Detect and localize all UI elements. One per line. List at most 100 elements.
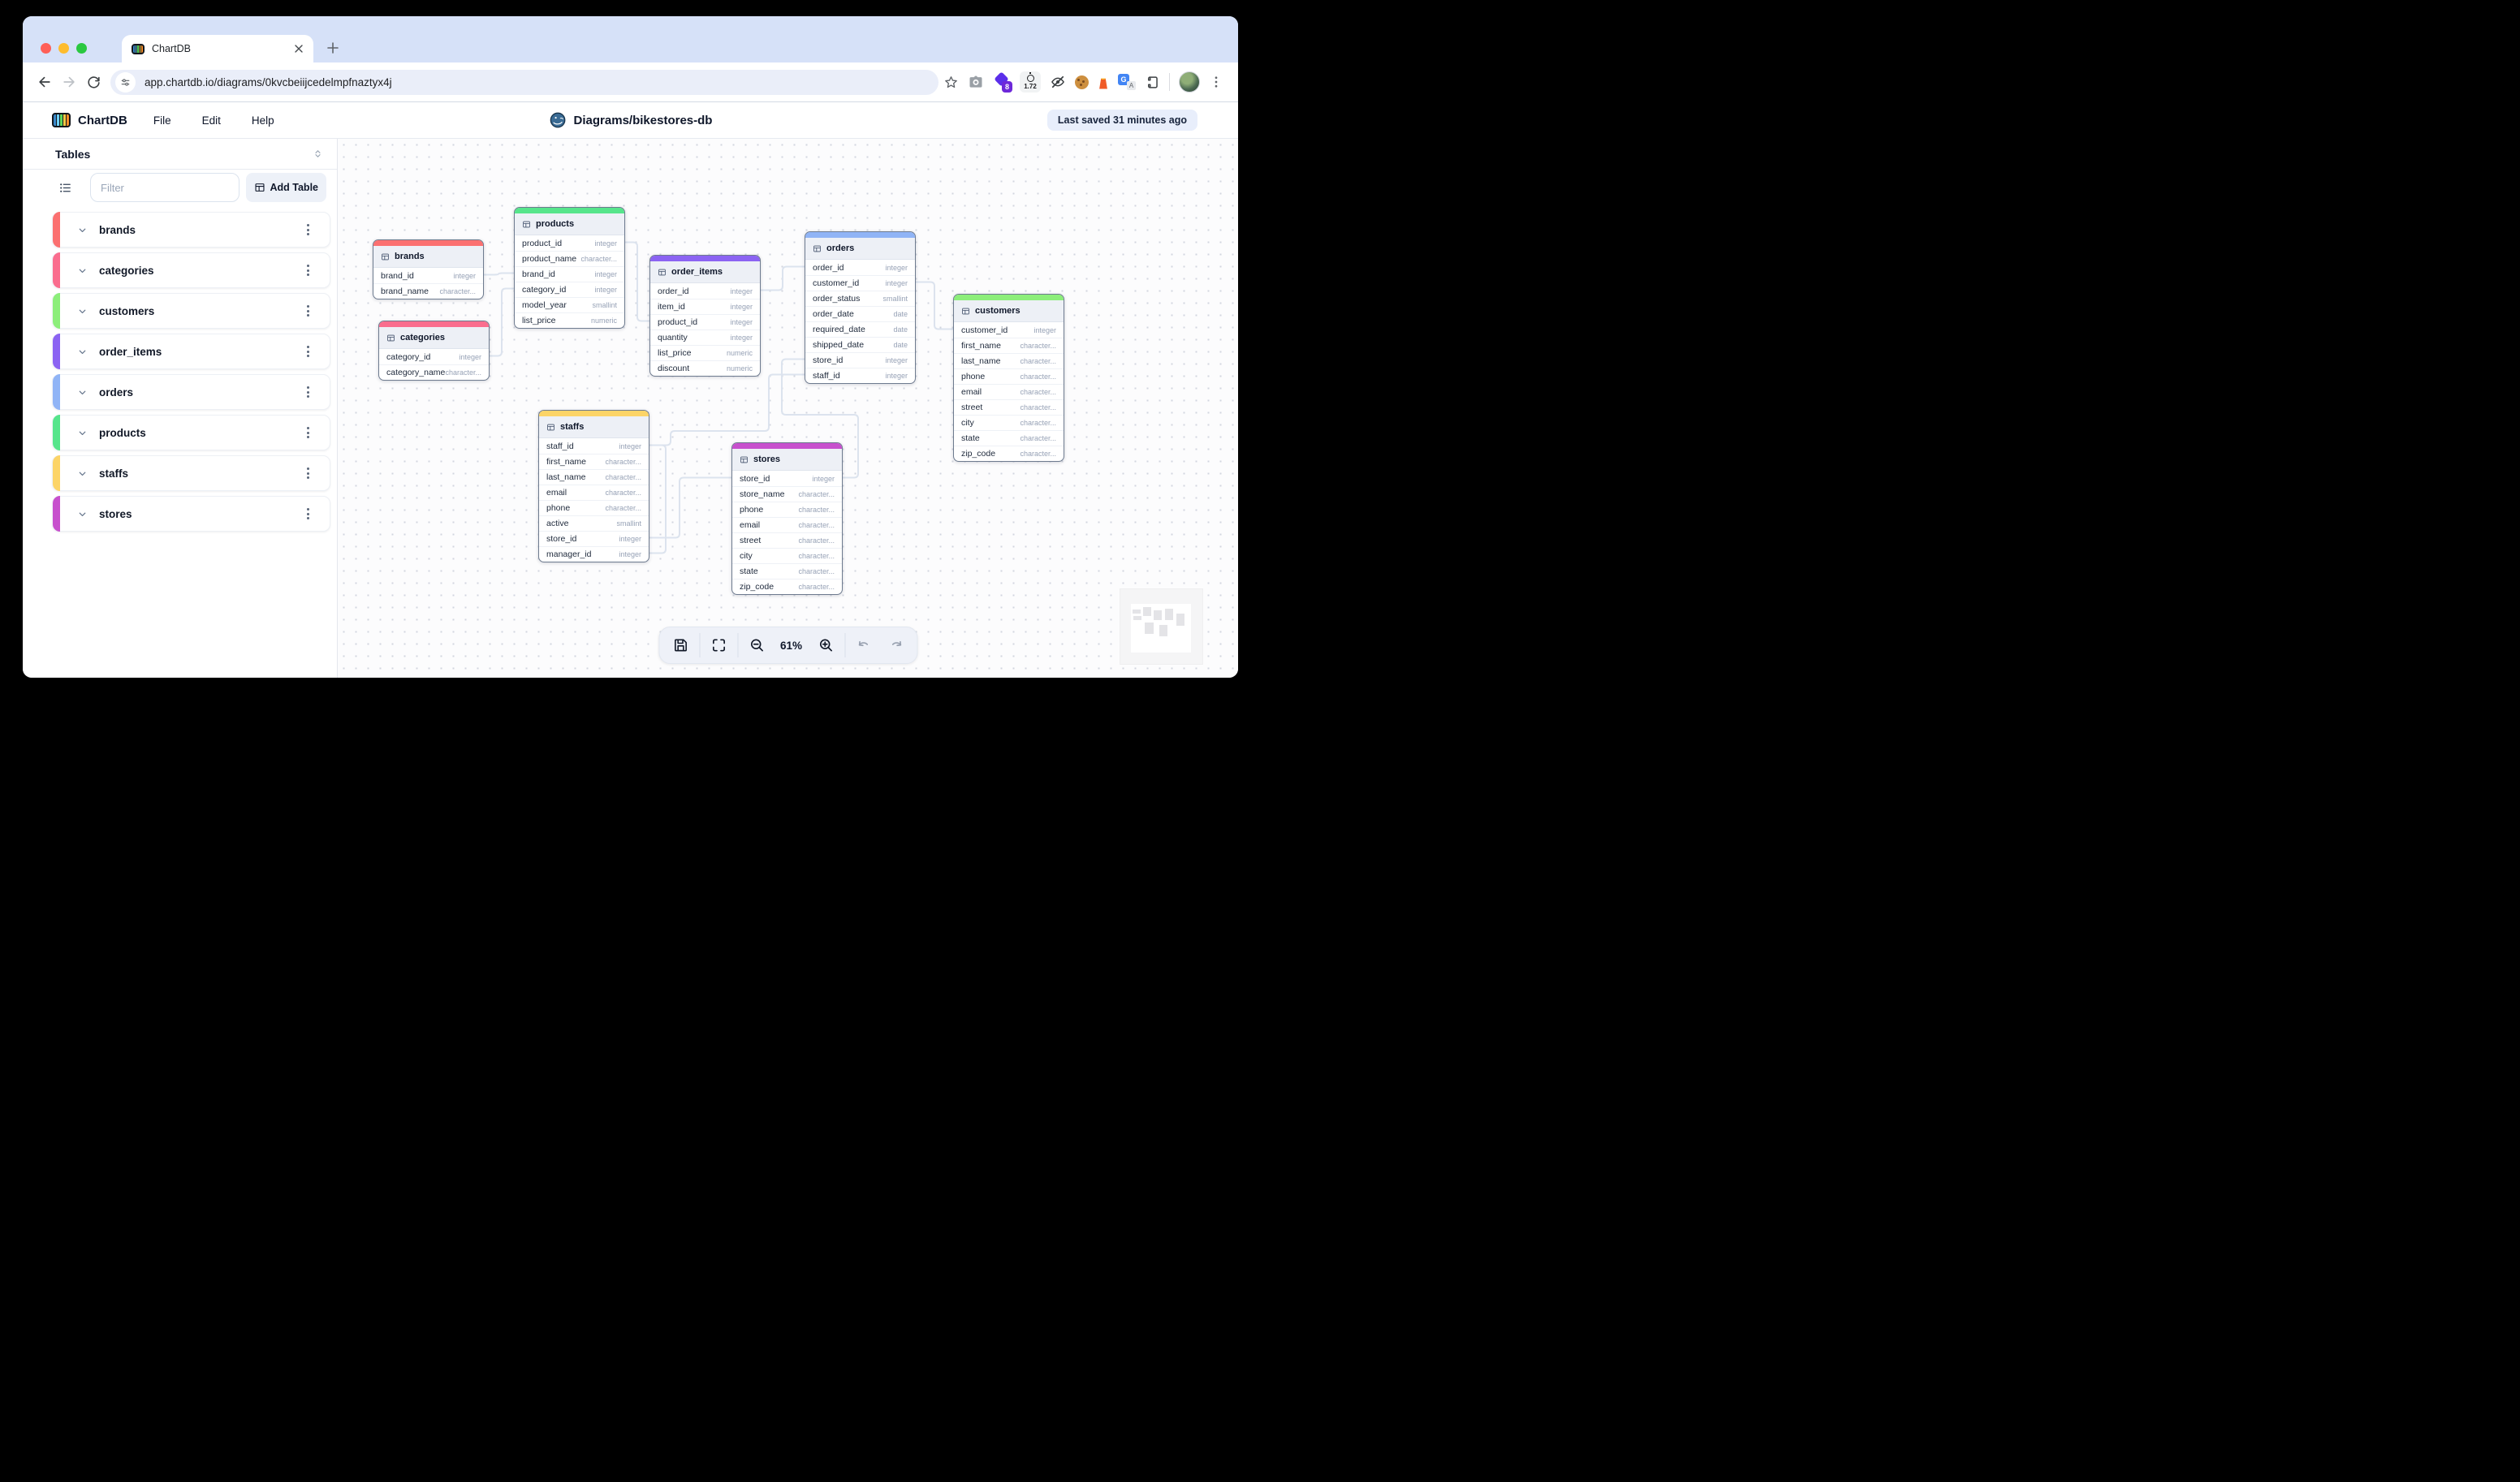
- extension-panel-icon[interactable]: [1145, 75, 1160, 90]
- filter-input[interactable]: [90, 173, 239, 202]
- field-row-list_price[interactable]: list_pricenumeric: [515, 312, 624, 328]
- sidebar-item-order_items[interactable]: order_items: [52, 334, 330, 369]
- collapse-list-icon[interactable]: [58, 181, 72, 195]
- field-row-city[interactable]: citycharacter...: [954, 415, 1064, 430]
- field-row-store_id[interactable]: store_idinteger: [732, 471, 842, 486]
- browser-menu-kebab-icon[interactable]: [1209, 75, 1223, 89]
- tab-close-icon[interactable]: [294, 44, 304, 54]
- menu-edit[interactable]: Edit: [201, 113, 222, 128]
- chevron-down-icon[interactable]: [77, 428, 88, 438]
- table-node-staffs[interactable]: staffsstaff_idintegerfirst_namecharacter…: [538, 410, 649, 562]
- field-row-order_status[interactable]: order_statussmallint: [805, 291, 915, 306]
- table-node-header[interactable]: stores: [732, 449, 842, 471]
- field-row-brand_name[interactable]: brand_namecharacter...: [373, 283, 483, 299]
- cookie-icon[interactable]: [1075, 75, 1089, 89]
- table-options-kebab-icon[interactable]: [297, 341, 318, 362]
- relationship-edge-orders.customer_id-customers.customer_id[interactable]: [916, 282, 953, 330]
- chevron-down-icon[interactable]: [77, 347, 88, 357]
- field-row-order_id[interactable]: order_idinteger: [805, 260, 915, 275]
- field-row-store_id[interactable]: store_idinteger: [805, 352, 915, 368]
- table-node-products[interactable]: productsproduct_idintegerproduct_namecha…: [514, 207, 625, 329]
- section-sort-chevrons-icon[interactable]: [312, 148, 324, 160]
- profile-avatar[interactable]: [1179, 71, 1200, 93]
- field-row-street[interactable]: streetcharacter...: [732, 532, 842, 548]
- diagram-canvas[interactable]: 61% brandsbrand_idintegerbrand: [338, 139, 1238, 678]
- field-row-manager_id[interactable]: manager_idinteger: [539, 546, 649, 562]
- minimap[interactable]: [1120, 589, 1202, 664]
- field-row-order_date[interactable]: order_datedate: [805, 306, 915, 321]
- field-row-quantity[interactable]: quantityinteger: [650, 330, 760, 345]
- forward-icon[interactable]: [57, 70, 81, 94]
- table-options-kebab-icon[interactable]: [297, 219, 318, 240]
- field-row-category_name[interactable]: category_namecharacter...: [379, 364, 489, 380]
- close-window-button[interactable]: [41, 43, 51, 54]
- chevron-down-icon[interactable]: [77, 387, 88, 398]
- field-row-discount[interactable]: discountnumeric: [650, 360, 760, 376]
- save-icon[interactable]: [667, 632, 693, 658]
- sidebar-item-products[interactable]: products: [52, 415, 330, 450]
- field-row-store_name[interactable]: store_namecharacter...: [732, 486, 842, 502]
- new-tab-button[interactable]: [321, 37, 344, 59]
- url-bar[interactable]: [110, 70, 939, 95]
- browser-tab-chartdb[interactable]: ChartDB: [122, 35, 313, 62]
- relationship-edge-products.product_id-order_items.product_id[interactable]: [625, 243, 649, 321]
- field-row-list_price[interactable]: list_pricenumeric: [650, 345, 760, 360]
- field-row-last_name[interactable]: last_namecharacter...: [539, 469, 649, 485]
- table-options-kebab-icon[interactable]: [297, 463, 318, 484]
- table-node-header[interactable]: customers: [954, 300, 1064, 322]
- zoom-in-icon[interactable]: [813, 632, 839, 658]
- chevron-down-icon[interactable]: [77, 468, 88, 479]
- table-options-kebab-icon[interactable]: [297, 300, 318, 321]
- field-row-product_id[interactable]: product_idinteger: [515, 235, 624, 251]
- eye-off-icon[interactable]: [1050, 74, 1066, 90]
- sidebar-item-staffs[interactable]: staffs: [52, 455, 330, 491]
- table-node-header[interactable]: order_items: [650, 261, 760, 283]
- table-options-kebab-icon[interactable]: [297, 381, 318, 403]
- table-options-kebab-icon[interactable]: [297, 422, 318, 443]
- field-row-shipped_date[interactable]: shipped_datedate: [805, 337, 915, 352]
- chevron-down-icon[interactable]: [77, 225, 88, 235]
- lighthouse-icon[interactable]: [1098, 75, 1109, 89]
- table-node-header[interactable]: products: [515, 213, 624, 235]
- site-settings-icon[interactable]: [115, 72, 136, 93]
- menu-file[interactable]: File: [152, 113, 173, 128]
- table-options-kebab-icon[interactable]: [297, 260, 318, 281]
- field-row-category_id[interactable]: category_idinteger: [515, 282, 624, 297]
- performance-timer-icon[interactable]: 1.72: [1020, 71, 1041, 93]
- chevron-down-icon[interactable]: [77, 265, 88, 276]
- table-node-header[interactable]: categories: [379, 327, 489, 349]
- field-row-street[interactable]: streetcharacter...: [954, 399, 1064, 415]
- table-node-stores[interactable]: storesstore_idintegerstore_namecharacter…: [731, 442, 843, 595]
- field-row-product_id[interactable]: product_idinteger: [650, 314, 760, 330]
- field-row-state[interactable]: statecharacter...: [732, 563, 842, 579]
- field-row-product_name[interactable]: product_namecharacter...: [515, 251, 624, 266]
- table-node-orders[interactable]: ordersorder_idintegercustomer_idintegero…: [805, 231, 916, 384]
- table-node-brands[interactable]: brandsbrand_idintegerbrand_namecharacter…: [373, 239, 484, 299]
- sidebar-item-customers[interactable]: customers: [52, 293, 330, 329]
- url-input[interactable]: [143, 75, 935, 89]
- relationship-edge-staffs.store_id-stores.store_id[interactable]: [649, 478, 731, 538]
- bookmark-star-icon[interactable]: [943, 75, 959, 90]
- relationship-edge-categories.category_id-products.category_id[interactable]: [490, 289, 514, 356]
- table-node-header[interactable]: brands: [373, 246, 483, 268]
- table-options-kebab-icon[interactable]: [297, 503, 318, 524]
- reload-icon[interactable]: [81, 70, 106, 94]
- field-row-required_date[interactable]: required_datedate: [805, 321, 915, 337]
- back-icon[interactable]: [32, 70, 57, 94]
- field-row-first_name[interactable]: first_namecharacter...: [954, 338, 1064, 353]
- chevron-down-icon[interactable]: [77, 509, 88, 519]
- table-node-customers[interactable]: customerscustomer_idintegerfirst_namecha…: [953, 294, 1064, 462]
- minimize-window-button[interactable]: [58, 43, 69, 54]
- field-row-zip_code[interactable]: zip_codecharacter...: [732, 579, 842, 594]
- table-node-header[interactable]: staffs: [539, 416, 649, 438]
- sidebar-item-categories[interactable]: categories: [52, 252, 330, 288]
- field-row-item_id[interactable]: item_idinteger: [650, 299, 760, 314]
- field-row-staff_id[interactable]: staff_idinteger: [539, 438, 649, 454]
- field-row-phone[interactable]: phonecharacter...: [954, 368, 1064, 384]
- screenshot-camera-icon[interactable]: [968, 74, 984, 90]
- field-row-email[interactable]: emailcharacter...: [954, 384, 1064, 399]
- translate-icon[interactable]: G A: [1118, 74, 1136, 90]
- sidebar-item-orders[interactable]: orders: [52, 374, 330, 410]
- chevron-down-icon[interactable]: [77, 306, 88, 317]
- field-row-city[interactable]: citycharacter...: [732, 548, 842, 563]
